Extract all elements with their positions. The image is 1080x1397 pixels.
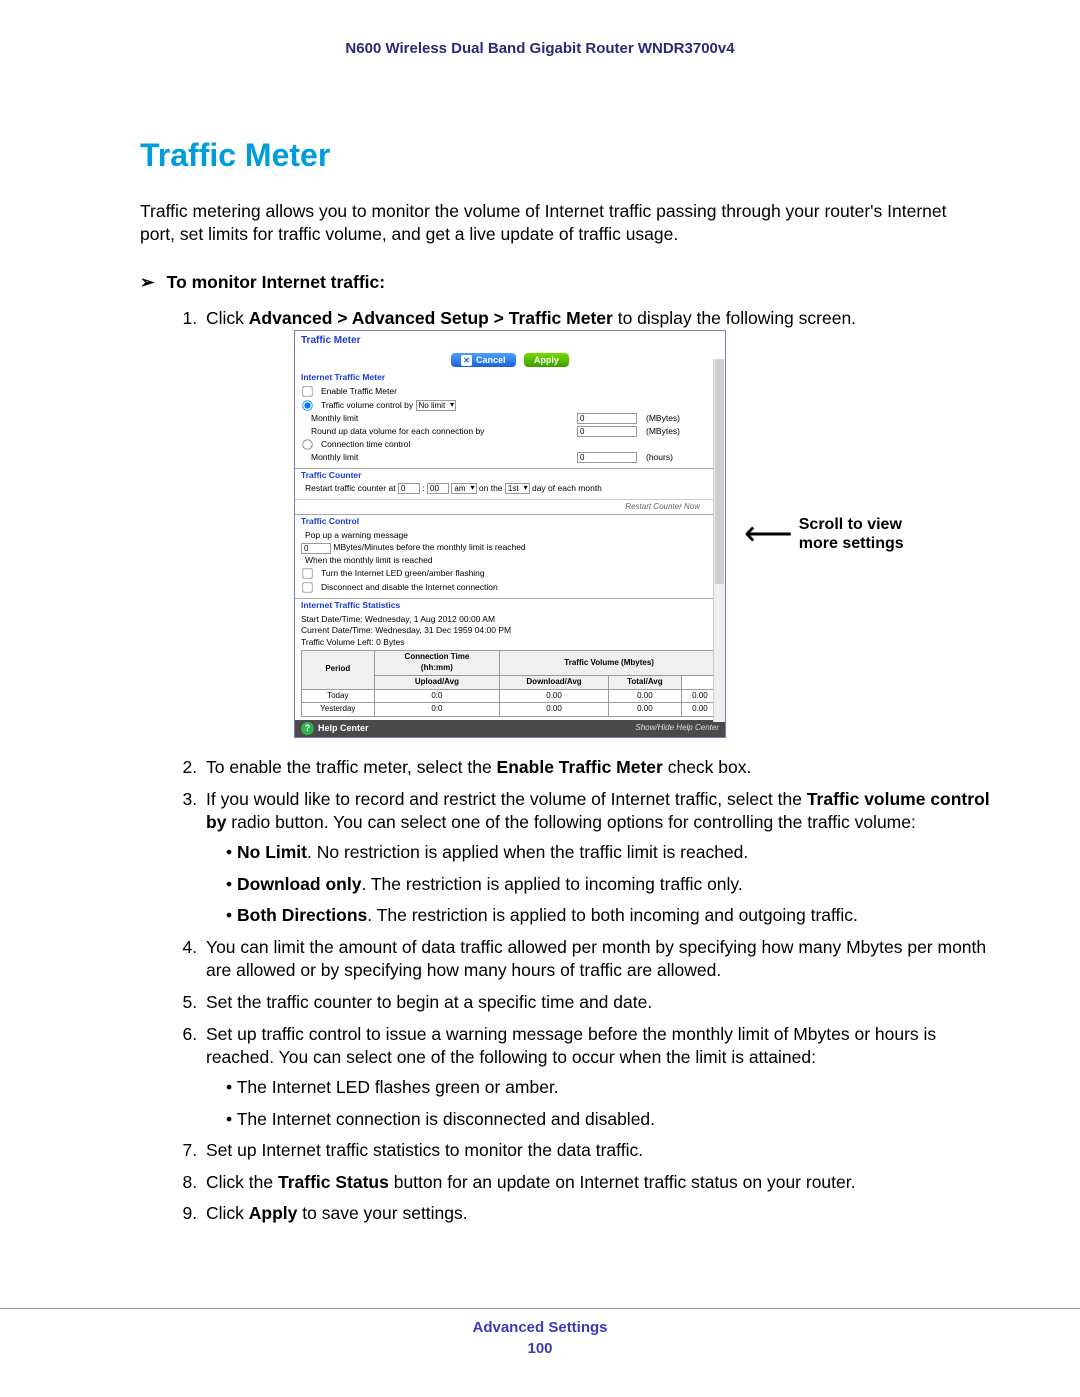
restart-counter-button[interactable]: Restart Counter Now [295, 499, 725, 515]
cancel-button[interactable]: ✕Cancel [451, 353, 516, 367]
traffic-volume-label: Traffic volume control by [321, 400, 413, 411]
step-3: If you would like to record and restrict… [202, 788, 990, 928]
disconnect-label: Disconnect and disable the Internet conn… [321, 582, 498, 593]
step-7: Set up Internet traffic statistics to mo… [202, 1139, 990, 1163]
popup-warning-label: Pop up a warning message [305, 530, 408, 541]
th-period: Period [302, 651, 375, 689]
restart-day-select[interactable]: 1st [505, 483, 530, 494]
bullet-download-only: Download only. The restriction is applie… [226, 873, 990, 897]
section-traffic-control: Traffic Control [301, 516, 719, 527]
footer-page-number: 100 [0, 1340, 1080, 1357]
section-traffic-stats: Internet Traffic Statistics [301, 600, 719, 611]
task-heading: ➢ To monitor Internet traffic: [90, 272, 990, 293]
section-traffic-counter: Traffic Counter [301, 470, 719, 481]
page-footer: Advanced Settings 100 [0, 1308, 1080, 1357]
th-upload: Upload/Avg [374, 675, 500, 689]
apply-button[interactable]: Apply [524, 353, 569, 367]
stat-left: Traffic Volume Left: 0 Bytes [301, 637, 719, 648]
connection-time-radio[interactable] [302, 439, 312, 449]
when-limit-label: When the monthly limit is reached [305, 555, 433, 566]
warning-value-input[interactable]: 0 [301, 543, 331, 554]
intro-paragraph: Traffic metering allows you to monitor t… [140, 200, 980, 246]
step-6: Set up traffic control to issue a warnin… [202, 1023, 990, 1132]
restart-counter-label: Restart traffic counter at [305, 483, 396, 494]
product-header: N600 Wireless Dual Band Gigabit Router W… [90, 40, 990, 57]
traffic-meter-screenshot: Traffic Meter ✕Cancel Apply Internet Tra… [294, 330, 726, 738]
roundup-label: Round up data volume for each connection… [311, 426, 484, 437]
step-2: To enable the traffic meter, select the … [202, 756, 990, 780]
section-title: Traffic Meter [140, 137, 990, 174]
table-row: Yesterday0:00.000.000.00 [302, 703, 719, 717]
enable-traffic-meter-label: Enable Traffic Meter [321, 386, 397, 397]
table-row: Today0:00.000.000.00 [302, 689, 719, 703]
bullet-disconnect: The Internet connection is disconnected … [226, 1108, 990, 1132]
monthly-limit2-input[interactable]: 0 [577, 452, 637, 463]
show-hide-help-link[interactable]: Show/Hide Help Center [635, 723, 719, 734]
monthly-limit2-label: Monthly limit [311, 452, 358, 463]
connection-time-label: Connection time control [321, 439, 410, 450]
stats-table: Period Connection Time(hh:mm) Traffic Vo… [301, 650, 719, 717]
section-internet-traffic-meter: Internet Traffic Meter [301, 372, 719, 383]
bullet-no-limit: No Limit. No restriction is applied when… [226, 841, 990, 865]
footer-section-name: Advanced Settings [0, 1319, 1080, 1336]
steps-list: Click Advanced > Advanced Setup > Traffi… [202, 307, 990, 1227]
th-conn: Connection Time(hh:mm) [374, 651, 500, 676]
restart-on-text: on the [479, 483, 503, 494]
monthly-limit-label: Monthly limit [311, 413, 358, 424]
step-8: Click the Traffic Status button for an u… [202, 1171, 990, 1195]
step-5: Set the traffic counter to begin at a sp… [202, 991, 990, 1015]
led-flash-checkbox[interactable] [302, 569, 312, 579]
roundup-input[interactable]: 0 [577, 426, 637, 437]
th-total: Total/Avg [608, 675, 681, 689]
restart-end-text: day of each month [532, 483, 602, 494]
close-icon: ✕ [461, 355, 472, 366]
th-download: Download/Avg [500, 675, 609, 689]
restart-hour-input[interactable]: 0 [398, 483, 420, 494]
warning-tail-text: MBytes/Minutes before the monthly limit … [333, 542, 525, 553]
bullet-both-directions: Both Directions. The restriction is appl… [226, 904, 990, 928]
stat-current: Current Date/Time: Wednesday, 31 Dec 195… [301, 625, 719, 636]
stat-start: Start Date/Time: Wednesday, 1 Aug 2012 0… [301, 614, 719, 625]
scroll-thumb[interactable] [715, 359, 724, 584]
scroll-annotation: ⟵ Scroll to viewmore settings [744, 515, 904, 553]
step-9: Click Apply to save your settings. [202, 1202, 990, 1226]
monthly-limit-input[interactable]: 0 [577, 413, 637, 424]
bullet-led-flash: The Internet LED flashes green or amber. [226, 1076, 990, 1100]
help-icon: ? [301, 722, 314, 735]
help-center-bar[interactable]: ?Help Center Show/Hide Help Center [295, 720, 725, 737]
enable-traffic-meter-checkbox[interactable] [302, 387, 312, 397]
monthly-limit2-unit: (hours) [646, 452, 673, 463]
step-4: You can limit the amount of data traffic… [202, 936, 990, 983]
restart-min-input[interactable]: 00 [427, 483, 449, 494]
disconnect-checkbox[interactable] [302, 583, 312, 593]
step-1: Click Advanced > Advanced Setup > Traffi… [202, 307, 990, 739]
task-heading-text: To monitor Internet traffic: [167, 272, 385, 292]
th-volume: Traffic Volume (Mbytes) [500, 651, 719, 676]
panel-title: Traffic Meter [295, 331, 725, 351]
monthly-limit-unit: (MBytes) [646, 413, 680, 424]
roundup-unit: (MBytes) [646, 426, 680, 437]
volume-control-select[interactable]: No limit [416, 400, 457, 411]
restart-ampm-select[interactable]: am [451, 483, 476, 494]
task-arrow-icon: ➢ [140, 272, 155, 292]
led-flash-label: Turn the Internet LED green/amber flashi… [321, 568, 485, 579]
traffic-volume-radio[interactable] [302, 401, 312, 411]
